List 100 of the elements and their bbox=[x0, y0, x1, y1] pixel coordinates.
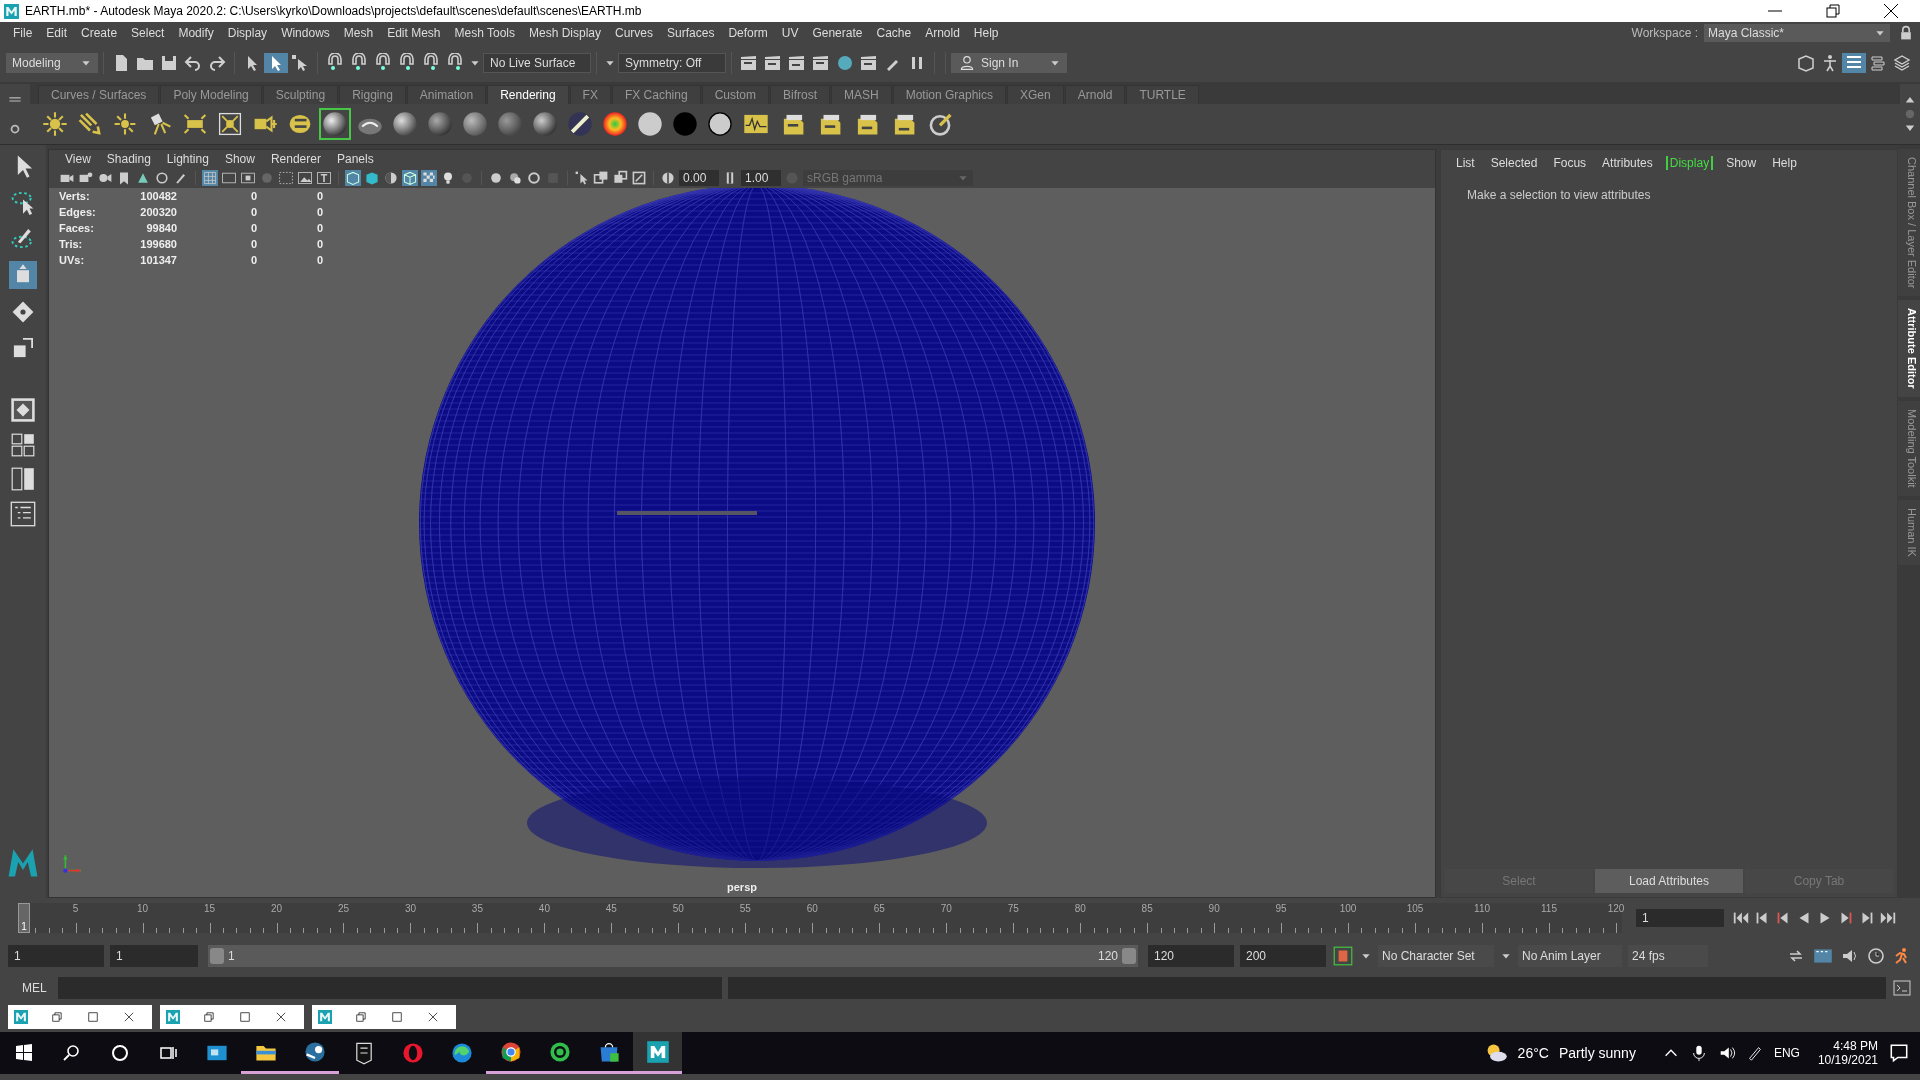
sphere-icon[interactable] bbox=[835, 53, 855, 73]
shelf-tab[interactable]: Motion Graphics bbox=[892, 85, 1007, 104]
chrome-icon[interactable] bbox=[498, 1039, 523, 1064]
shelf-tab[interactable]: Sculpting bbox=[262, 85, 339, 104]
shelf-tab[interactable]: Rendering bbox=[487, 85, 569, 104]
shelf-tab[interactable]: Curves / Surfaces bbox=[38, 85, 160, 104]
script-editor-icon[interactable] bbox=[1892, 978, 1912, 998]
maximize-icon[interactable] bbox=[86, 1010, 100, 1024]
menu-item[interactable]: Generate bbox=[805, 26, 870, 40]
gradient-sphere-icon[interactable] bbox=[602, 111, 628, 137]
shelf-tab[interactable]: Animation bbox=[406, 85, 487, 104]
menu-item[interactable]: Modify bbox=[171, 26, 221, 40]
sphere-icon[interactable] bbox=[532, 111, 558, 137]
lock-icon[interactable] bbox=[1898, 24, 1914, 42]
magnet-icon[interactable] bbox=[349, 53, 369, 73]
current-frame[interactable]: 1 bbox=[18, 903, 30, 933]
menu-item[interactable]: Edit bbox=[39, 26, 75, 40]
menu-item[interactable]: List bbox=[1449, 156, 1482, 170]
light-icon[interactable] bbox=[112, 111, 138, 137]
maximize-icon[interactable] bbox=[238, 1010, 252, 1024]
sphere-icon[interactable] bbox=[507, 170, 523, 186]
menu-item[interactable]: Focus bbox=[1546, 156, 1594, 170]
menu-item[interactable]: Shading bbox=[98, 152, 159, 166]
image-icon[interactable] bbox=[297, 170, 313, 186]
command-result-field[interactable] bbox=[728, 977, 1886, 999]
shelf-tab[interactable]: Rigging bbox=[339, 85, 406, 104]
menu-item[interactable]: Mesh Display bbox=[522, 26, 609, 40]
menu-item[interactable]: View bbox=[57, 152, 99, 166]
current-frame-field[interactable]: 1 bbox=[1636, 909, 1724, 927]
menu-item[interactable]: Attributes bbox=[1595, 156, 1660, 170]
headphones-app-icon[interactable] bbox=[547, 1039, 572, 1064]
sphere-icon[interactable] bbox=[392, 111, 418, 137]
menu-item[interactable]: UV bbox=[774, 26, 806, 40]
gamma-field[interactable]: 1.00 bbox=[741, 170, 781, 186]
menu-item[interactable]: Windows bbox=[274, 26, 337, 40]
steam-app-icon[interactable] bbox=[302, 1039, 327, 1064]
light-icon[interactable] bbox=[217, 111, 243, 137]
menu-item[interactable]: Select bbox=[124, 26, 172, 40]
menu-item[interactable]: Renderer bbox=[262, 152, 329, 166]
exposure-field[interactable]: 0.00 bbox=[679, 170, 719, 186]
menu-item[interactable]: Show bbox=[216, 152, 263, 166]
menu-item[interactable]: Panels bbox=[328, 152, 382, 166]
menu-item[interactable]: Lighting bbox=[158, 152, 217, 166]
half-circle-icon[interactable] bbox=[383, 170, 399, 186]
menu-item[interactable]: Selected bbox=[1483, 156, 1545, 170]
layers-icon[interactable] bbox=[1892, 53, 1912, 73]
shelf-tab[interactable]: FX bbox=[569, 85, 611, 104]
range-slider[interactable]: 1 120 bbox=[208, 945, 1138, 967]
mode-dropdown[interactable]: Modeling bbox=[6, 53, 98, 73]
magnet-icon[interactable] bbox=[325, 53, 345, 73]
cursor-icon[interactable] bbox=[574, 170, 590, 186]
disc-icon[interactable] bbox=[637, 111, 663, 137]
end-frame-field[interactable]: 200 bbox=[1240, 945, 1326, 967]
shelf-tab[interactable]: TURTLE bbox=[1126, 85, 1199, 104]
window-icon[interactable] bbox=[612, 170, 628, 186]
close-icon[interactable] bbox=[1881, 1, 1901, 21]
isolate-icon[interactable] bbox=[593, 170, 609, 186]
sphere-icon[interactable] bbox=[488, 170, 504, 186]
shelf-tab[interactable]: Bifrost bbox=[769, 85, 830, 104]
live-surface-field[interactable]: No Live Surface bbox=[483, 53, 591, 73]
target-icon[interactable] bbox=[927, 111, 953, 137]
anim-layer-dropdown[interactable]: No Anim Layer bbox=[1518, 945, 1622, 967]
editor-button[interactable]: Load Attributes bbox=[1595, 869, 1743, 893]
symmetry-dropdown[interactable]: Symmetry: Off bbox=[618, 53, 726, 73]
minimized-window[interactable] bbox=[8, 1005, 152, 1029]
text-icon[interactable] bbox=[316, 170, 332, 186]
rotate-icon[interactable] bbox=[10, 299, 36, 325]
shelf-tab[interactable]: XGen bbox=[1007, 85, 1064, 104]
range-handle[interactable] bbox=[210, 948, 224, 964]
m-app-icon[interactable] bbox=[645, 1039, 670, 1064]
side-tab[interactable]: Human IK bbox=[1898, 499, 1920, 565]
safe-area-icon[interactable] bbox=[278, 170, 294, 186]
user-icon[interactable] bbox=[959, 55, 975, 71]
circle-icon[interactable] bbox=[110, 1043, 130, 1063]
restore-icon[interactable] bbox=[354, 1010, 368, 1024]
shelf-tab[interactable]: Arnold bbox=[1064, 85, 1126, 104]
menu-item[interactable]: Edit Mesh bbox=[380, 26, 448, 40]
menu-item[interactable]: Mesh bbox=[336, 26, 381, 40]
clapperboard-icon[interactable] bbox=[787, 53, 807, 73]
menu-item[interactable]: File bbox=[6, 26, 40, 40]
magnet-icon[interactable] bbox=[397, 53, 417, 73]
tool-icon[interactable] bbox=[154, 170, 170, 186]
notifications-icon[interactable] bbox=[1888, 1042, 1910, 1064]
time-slider[interactable]: 5 10 15 20 25 30 35 40 45 50 55 60 65 70 75 80 85 90 95 100 105 110 115 120 1 bbox=[18, 903, 1622, 933]
light-icon[interactable] bbox=[77, 111, 103, 137]
magnet-icon[interactable] bbox=[421, 53, 441, 73]
menu-item[interactable]: Arnold bbox=[918, 26, 967, 40]
panel-icon[interactable] bbox=[1868, 53, 1888, 73]
clapperboard-icon[interactable] bbox=[859, 53, 879, 73]
menu-item[interactable]: Surfaces bbox=[660, 26, 722, 40]
redo-icon[interactable] bbox=[207, 53, 227, 73]
film-gate-icon[interactable] bbox=[221, 170, 237, 186]
close-icon[interactable] bbox=[274, 1010, 288, 1024]
restore-icon[interactable] bbox=[1823, 1, 1843, 21]
menu-item[interactable]: Help bbox=[1765, 156, 1804, 170]
wireframe-cube-icon[interactable] bbox=[402, 170, 418, 186]
playback-end-field[interactable]: 120 bbox=[1148, 945, 1234, 967]
menu-item[interactable]: Show bbox=[1719, 156, 1764, 170]
ring-icon[interactable] bbox=[526, 170, 542, 186]
frame-icon[interactable] bbox=[631, 170, 647, 186]
